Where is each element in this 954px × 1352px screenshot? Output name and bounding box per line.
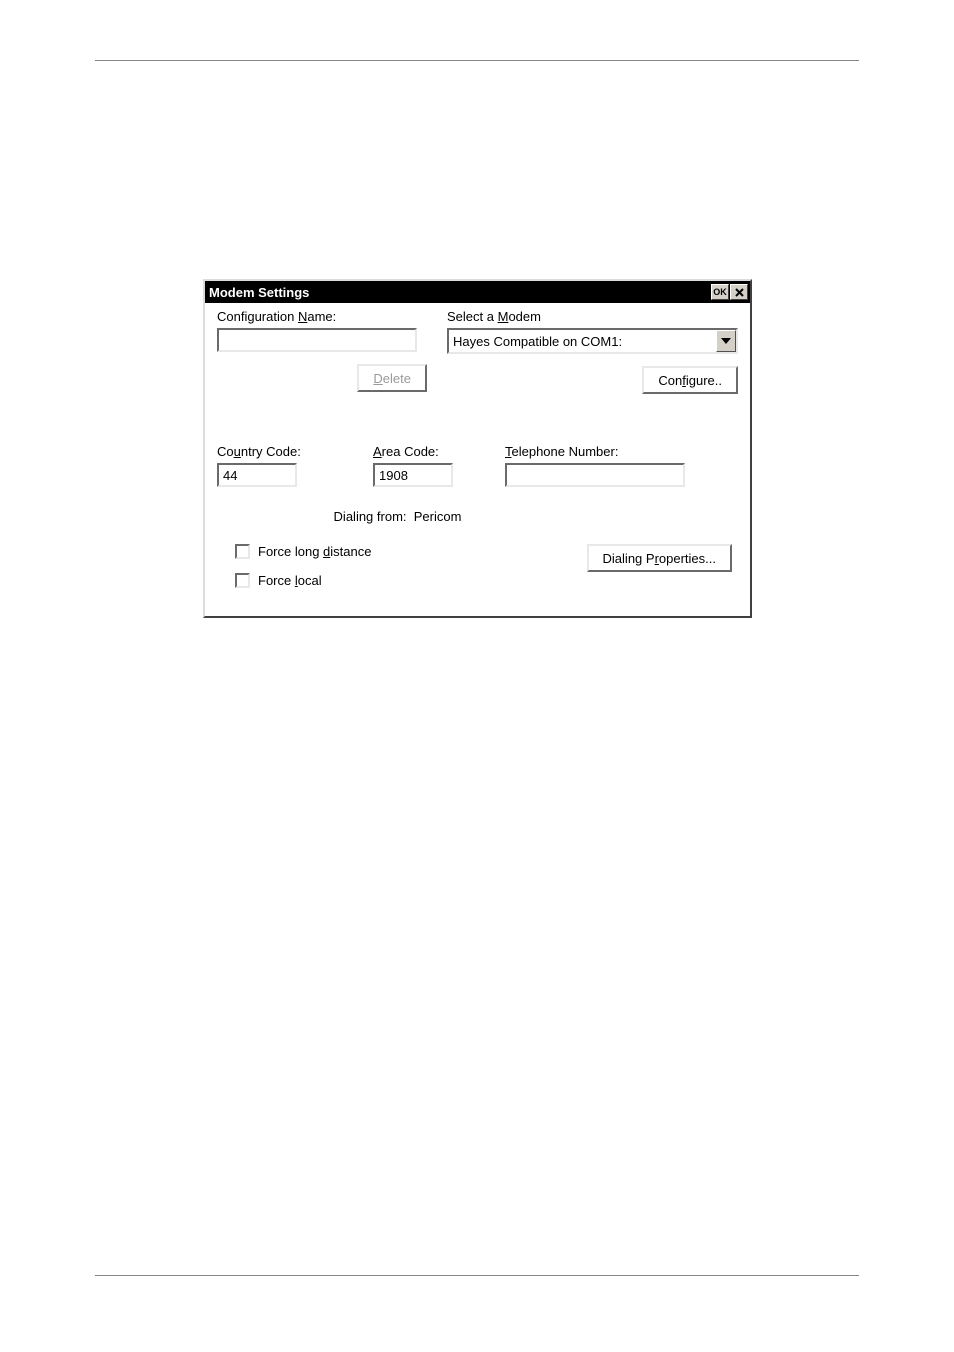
dialog-body: Configuration Name: Delete Select a Mode… bbox=[205, 303, 750, 616]
configuration-name-input[interactable] bbox=[217, 328, 417, 352]
force-local-label: Force local bbox=[258, 573, 322, 588]
titlebar-buttons: OK bbox=[710, 284, 748, 300]
configure-button[interactable]: Configure.. bbox=[642, 366, 738, 394]
modem-selected-value: Hayes Compatible on COM1: bbox=[447, 328, 738, 354]
titlebar: Modem Settings OK bbox=[205, 281, 750, 303]
force-long-distance-option[interactable]: Force long distance bbox=[235, 544, 587, 559]
ok-button-icon[interactable]: OK bbox=[711, 284, 729, 300]
telephone-number-input[interactable] bbox=[505, 463, 685, 487]
modem-settings-dialog: Modem Settings OK Configuration Name: De… bbox=[203, 279, 752, 618]
chevron-down-icon[interactable] bbox=[716, 330, 736, 352]
area-code-label: Area Code: bbox=[373, 444, 505, 459]
force-local-option[interactable]: Force local bbox=[235, 573, 587, 588]
checkbox-icon[interactable] bbox=[235, 573, 250, 588]
dialing-properties-button[interactable]: Dialing Properties... bbox=[587, 544, 732, 572]
page-bottom-divider bbox=[95, 1275, 859, 1276]
delete-button[interactable]: Delete bbox=[357, 364, 427, 392]
force-long-distance-label: Force long distance bbox=[258, 544, 371, 559]
country-code-label: Country Code: bbox=[217, 444, 373, 459]
telephone-number-label: Telephone Number: bbox=[505, 444, 738, 459]
modem-combobox[interactable]: Hayes Compatible on COM1: bbox=[447, 328, 738, 354]
configuration-name-label: Configuration Name: bbox=[217, 309, 439, 324]
dialing-from-text: Dialing from: Pericom bbox=[217, 509, 738, 524]
page-top-divider bbox=[95, 60, 859, 61]
dialog-title: Modem Settings bbox=[209, 285, 710, 300]
country-code-input[interactable] bbox=[217, 463, 297, 487]
checkbox-icon[interactable] bbox=[235, 544, 250, 559]
select-modem-label: Select a Modem bbox=[447, 309, 738, 324]
close-icon[interactable] bbox=[730, 284, 748, 300]
area-code-input[interactable] bbox=[373, 463, 453, 487]
